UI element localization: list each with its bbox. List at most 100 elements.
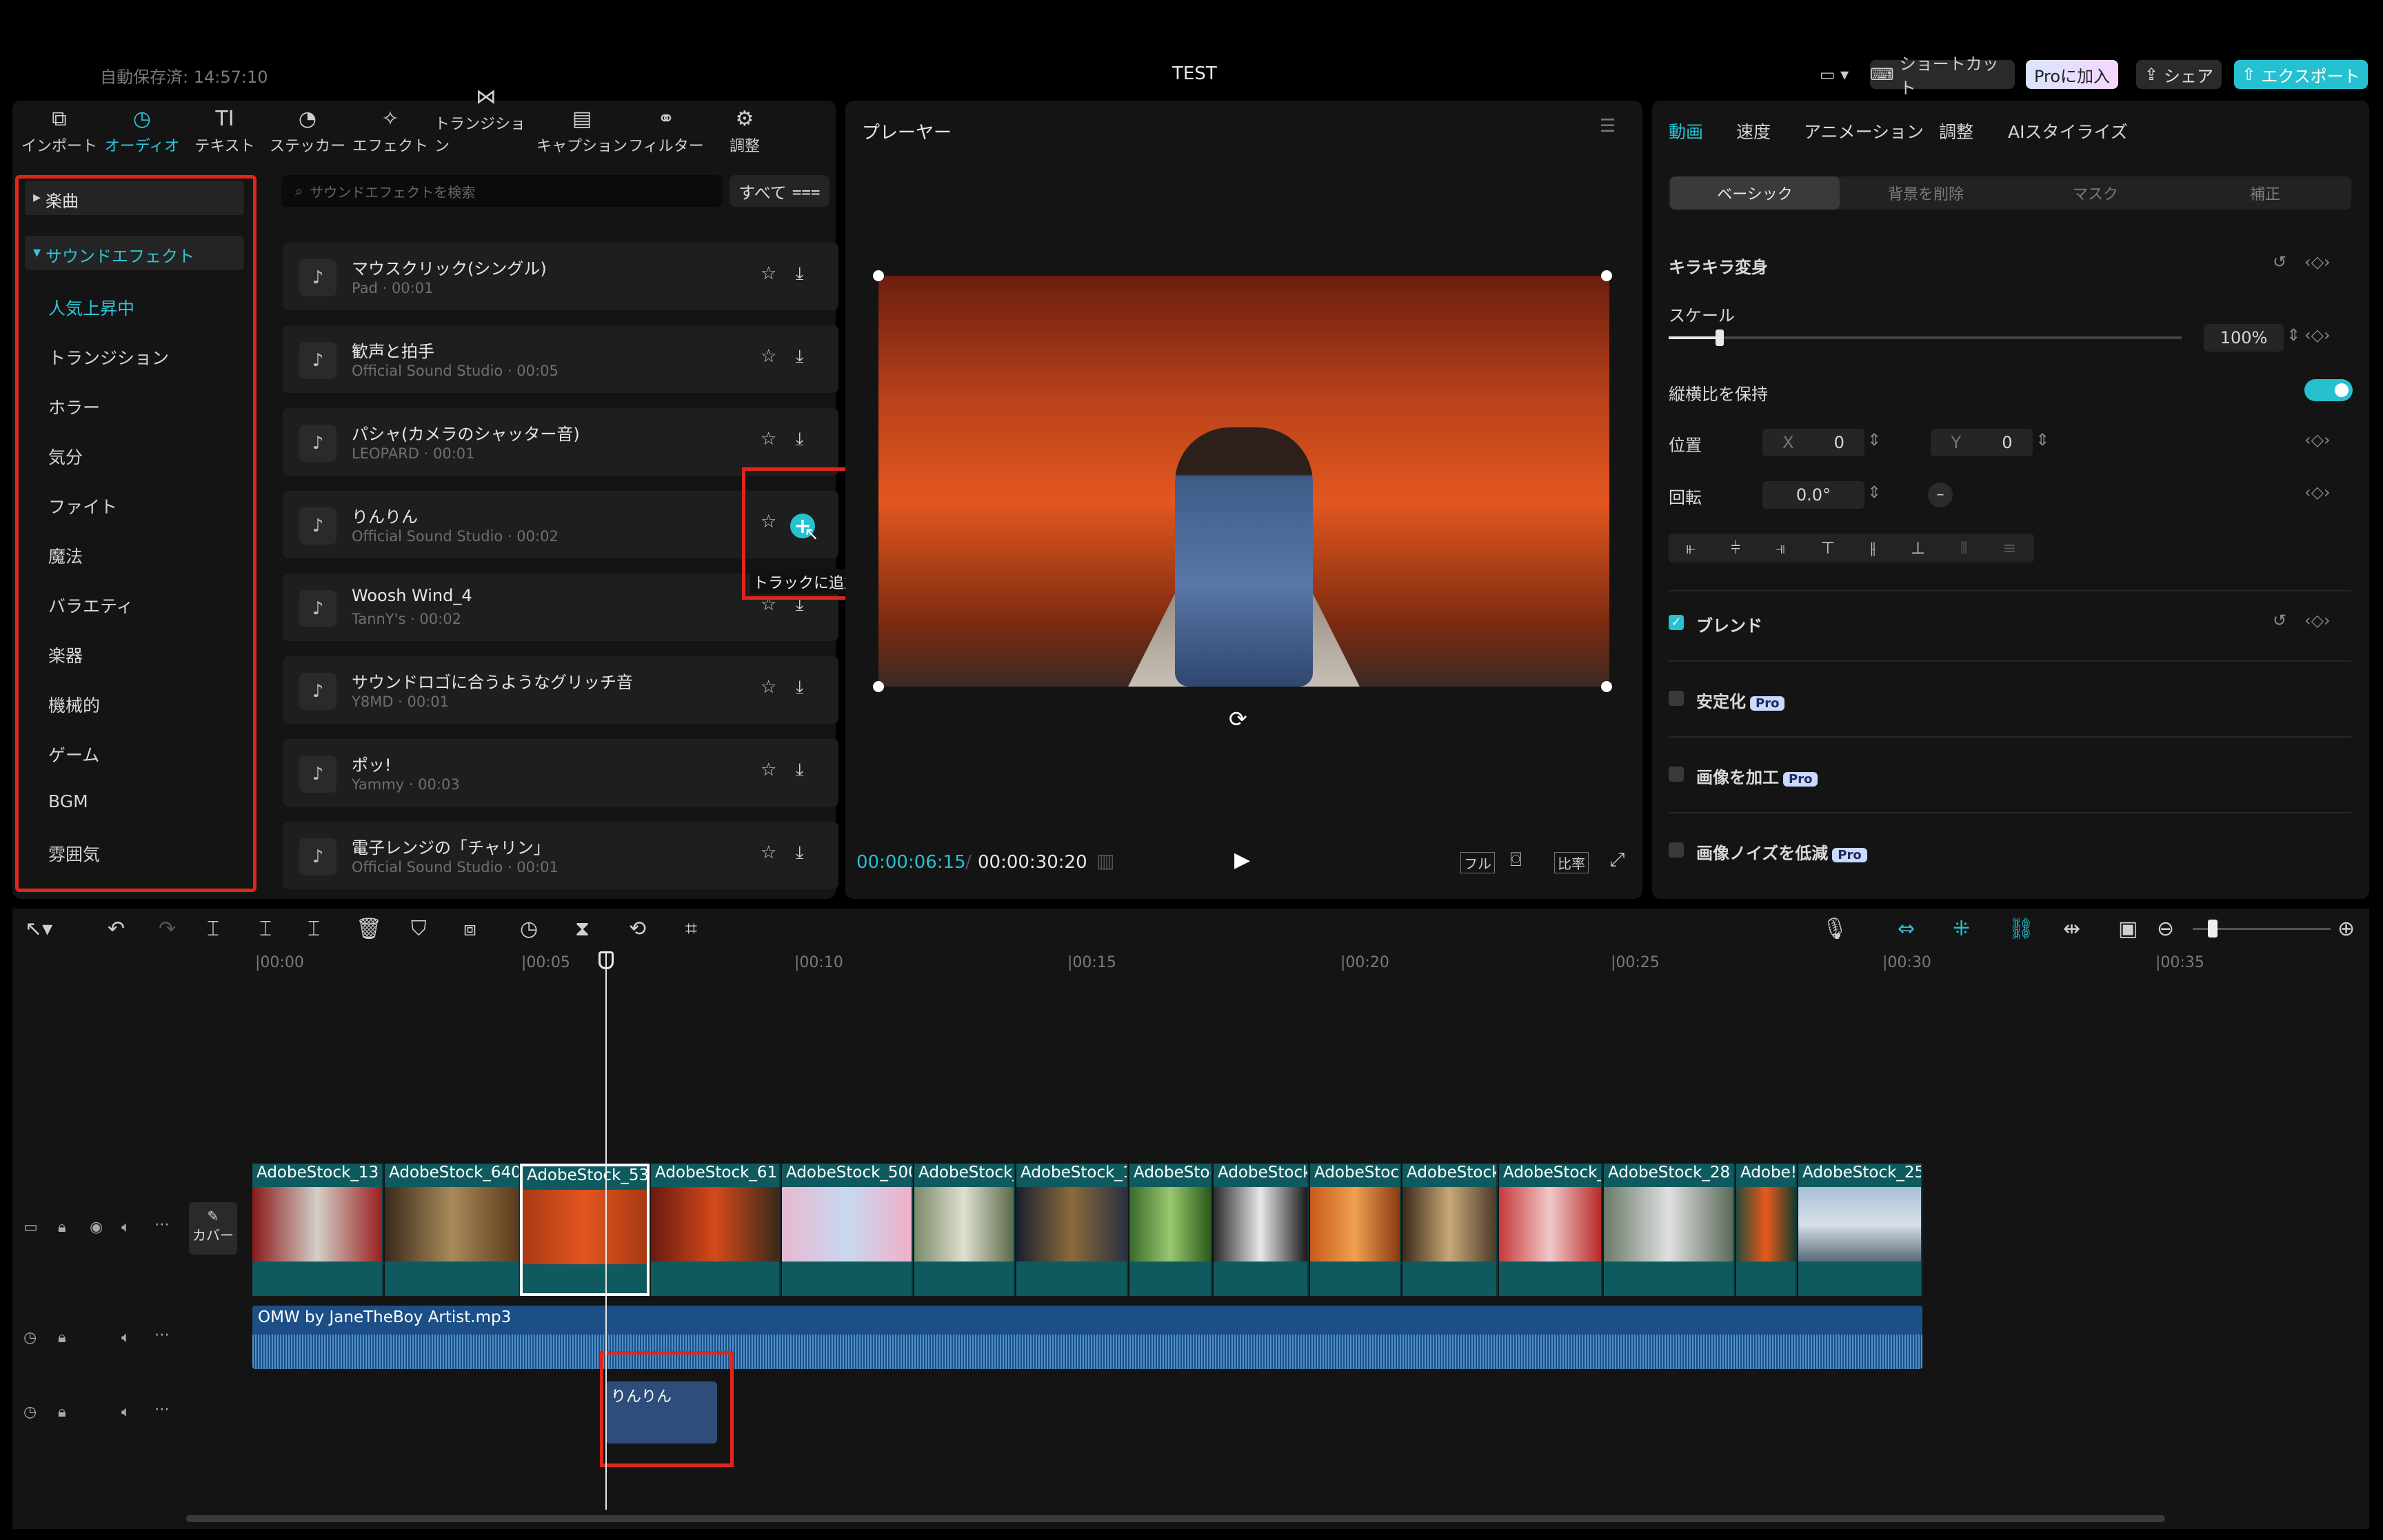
shortcut-button[interactable]: ⌨ ショートカット (1870, 54, 2015, 98)
volume-icon[interactable]: 🔈︎ (121, 1404, 130, 1421)
link-icon[interactable]: ⇔ (1898, 917, 1915, 941)
split-left-icon[interactable]: ⌶ (259, 917, 272, 941)
waveform-icon[interactable]: ▥ (1096, 849, 1114, 872)
more-icon[interactable]: ⋯ (154, 1216, 170, 1233)
seg-remove-bg[interactable]: 背景を削除 (1841, 176, 2011, 210)
more-icon[interactable]: ⋯ (154, 1326, 170, 1344)
stabilize-checkbox[interactable] (1669, 691, 1684, 706)
category-music[interactable]: ▸ 楽曲 (25, 181, 244, 215)
sound-item[interactable]: ♪ サウンドロゴに合うようなグリッチ音 Y8MD · 00:01 ☆ ⤓ (283, 656, 838, 724)
download-icon[interactable]: ⤓ (796, 263, 804, 285)
lock-icon[interactable]: 🔒︎ (58, 1404, 66, 1421)
more-icon[interactable]: ⋯ (154, 1401, 170, 1418)
keyframe-icon[interactable]: ‹◇› (2304, 325, 2331, 345)
delete-icon[interactable]: 🗑 (356, 917, 382, 941)
tab-transition[interactable]: ⋈ トランジション (434, 85, 538, 156)
video-clip[interactable]: AdobeStock_13 (252, 1164, 383, 1296)
download-icon[interactable]: ⤓ (796, 346, 804, 367)
video-clip[interactable]: AdobeStoc (1129, 1164, 1212, 1296)
microphone-icon[interactable]: 🎙 (1822, 917, 1848, 941)
seg-retouch[interactable]: 補正 (2180, 176, 2350, 210)
video-clip[interactable]: AdobeStock_28 (1604, 1164, 1735, 1296)
stepper-icon[interactable]: ⇕ (2286, 325, 2300, 345)
expand-icon[interactable]: ⤢ (1609, 848, 1625, 871)
rotation-dial[interactable]: – (1928, 483, 1953, 507)
category-sfx[interactable]: ▾ サウンドエフェクト (25, 236, 244, 270)
tab-speed[interactable]: 速度 (1736, 119, 1771, 143)
speed-icon[interactable]: ◷ (520, 917, 538, 941)
tab-video[interactable]: 動画 (1669, 119, 1703, 143)
layout-icon[interactable]: ▭ ▾ (1807, 60, 1862, 89)
tab-adjust[interactable]: 調整 (1939, 119, 1973, 143)
cover-button[interactable]: ✎ カバー (189, 1202, 237, 1255)
snap-icon[interactable]: ⁜ (1953, 917, 1970, 941)
filter-dropdown[interactable]: すべて ⩶ (730, 175, 829, 207)
favorite-icon[interactable]: ☆ (761, 677, 776, 698)
volume-icon[interactable]: 🔈︎ (121, 1219, 130, 1236)
category-item[interactable]: 人気上昇中 (48, 295, 134, 320)
align-top-icon[interactable]: ⊤ (1820, 538, 1835, 558)
video-clip-selected[interactable]: AdobeStock_53 (520, 1164, 650, 1296)
category-item[interactable]: トランジション (48, 345, 169, 369)
tab-effect[interactable]: ✧ エフェクト (349, 101, 432, 156)
search-input[interactable]: ⌕ サウンドエフェクトを検索 (281, 175, 723, 207)
download-icon[interactable]: ⤓ (796, 677, 804, 698)
redo-icon[interactable]: ↷ (159, 917, 176, 941)
keyframe-icon[interactable]: ‹◇› (2304, 611, 2331, 630)
video-clip[interactable]: AdobeStoc (1310, 1164, 1401, 1296)
sound-item[interactable]: ♪ 歓声と拍手 Official Sound Studio · 00:05 ☆ ⤓ (283, 325, 838, 393)
category-item[interactable]: ファイト (48, 494, 117, 518)
distribute-v-icon[interactable]: ≡ (2002, 538, 2016, 558)
video-preview[interactable] (878, 276, 1609, 687)
eye-icon[interactable]: ◉ (90, 1219, 103, 1236)
split-icon[interactable]: ⌶ (207, 917, 219, 941)
tab-import[interactable]: ⧉ インポート (18, 101, 101, 156)
play-icon[interactable]: ▶ (1234, 848, 1250, 872)
video-clip[interactable]: AdobeStock_640 (385, 1164, 520, 1296)
tab-filter[interactable]: ⚭ フィルター (625, 101, 707, 156)
blend-checkbox[interactable]: ✓ (1669, 615, 1684, 630)
resize-handle[interactable] (1601, 681, 1612, 692)
tab-animation[interactable]: アニメーション (1804, 119, 1924, 143)
seg-mask[interactable]: マスク (2011, 176, 2180, 210)
chain-icon[interactable]: ⛓ (2008, 917, 2034, 941)
zoom-out-icon[interactable]: ⊖ (2157, 917, 2174, 941)
favorite-icon[interactable]: ☆ (761, 842, 776, 863)
favorite-icon[interactable]: ☆ (761, 346, 776, 367)
video-clip[interactable]: AdobeStock_1 (1016, 1164, 1128, 1296)
select-tool-icon[interactable]: ↖▾ (25, 917, 52, 941)
video-clip[interactable]: AdobeStock_ (914, 1164, 1015, 1296)
marker-icon[interactable]: ⛉ (411, 917, 427, 941)
rotate-clip-icon[interactable]: ⟲ (629, 917, 646, 941)
position-x-input[interactable]: X0 (1762, 429, 1864, 456)
video-clip[interactable]: AdobeStock_ (1402, 1164, 1498, 1296)
category-item[interactable]: 機械的 (48, 692, 100, 717)
video-clip[interactable]: AdobeStock (1214, 1164, 1309, 1296)
resize-handle[interactable] (1601, 270, 1612, 281)
ratio-button[interactable]: 比率 (1554, 852, 1589, 873)
favorite-icon[interactable]: ☆ (761, 429, 776, 449)
favorite-icon[interactable]: ☆ (761, 760, 776, 780)
video-clip[interactable]: AdobeStock_500 (782, 1164, 913, 1296)
resize-handle[interactable] (873, 681, 884, 692)
stepper-icon[interactable]: ⇕ (1867, 483, 1881, 502)
sound-item[interactable]: ♪ ポッ! Yammy · 00:03 ☆ ⤓ (283, 739, 838, 807)
scale-input[interactable]: 100% (2204, 324, 2284, 352)
align-center-v-icon[interactable]: ⫲ (1870, 538, 1876, 558)
tab-sticker[interactable]: ◔ ステッカー (266, 101, 349, 156)
category-item[interactable]: ゲーム (48, 742, 99, 767)
crop-icon[interactable]: ⌗ (685, 917, 697, 941)
rotation-input[interactable]: 0.0° (1762, 481, 1864, 509)
download-icon[interactable]: ⤓ (796, 842, 804, 864)
reset-icon[interactable]: ↺ (2273, 611, 2286, 630)
category-item[interactable]: ホラー (48, 394, 100, 419)
download-icon[interactable]: ⤓ (796, 760, 804, 781)
undo-icon[interactable]: ↶ (108, 917, 125, 941)
menu-icon[interactable]: ☰ (1600, 116, 1616, 136)
stepper-icon[interactable]: ⇕ (2035, 430, 2049, 449)
export-button[interactable]: ⇧ エクスポート (2234, 60, 2368, 89)
rotate-icon[interactable]: ⟳ (1229, 706, 1247, 732)
distribute-h-icon[interactable]: ⫴ (1960, 538, 1967, 558)
zoom-in-icon[interactable]: ⊕ (2337, 917, 2355, 941)
audio-clip-music[interactable]: OMW by JaneTheBoy Artist.mp3 (252, 1306, 1922, 1369)
